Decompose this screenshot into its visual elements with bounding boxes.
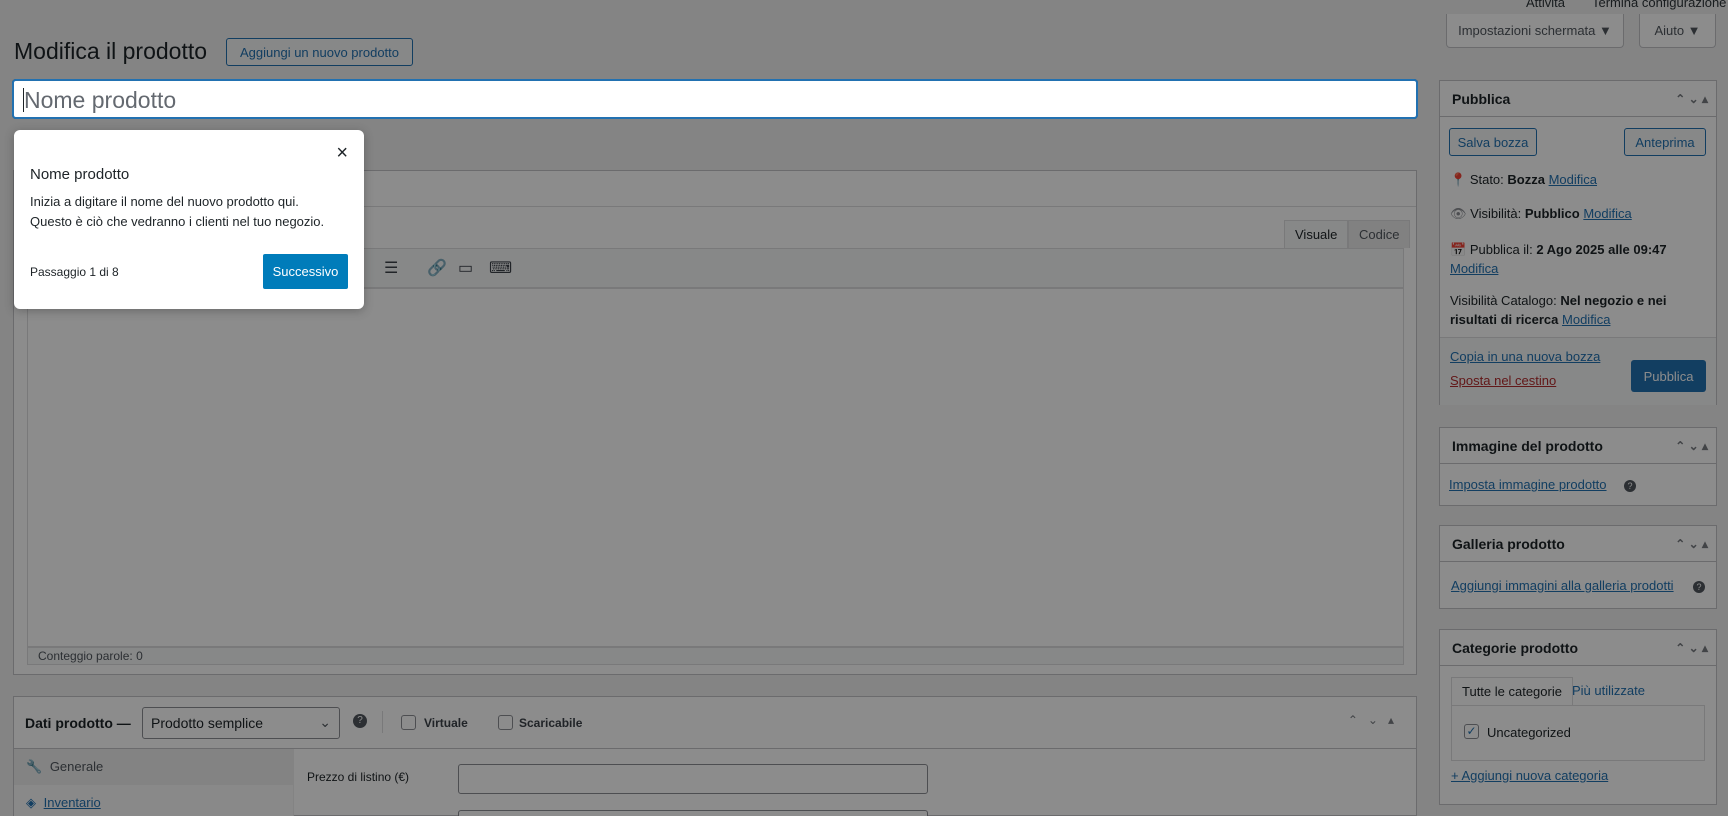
tour-body: Inizia a digitare il nome del nuovo prod…	[30, 192, 324, 232]
tour-body-line1: Inizia a digitare il nome del nuovo prod…	[30, 194, 299, 209]
tour-body-line2: Questo è ciò che vedranno i clienti nel …	[30, 214, 325, 229]
close-icon[interactable]: ×	[336, 142, 348, 165]
tour-popup: × Nome prodotto Inizia a digitare il nom…	[14, 130, 364, 309]
highlighted-product-name-field[interactable]: Nome prodotto	[13, 80, 1417, 118]
tour-next-button[interactable]: Successivo	[263, 254, 348, 289]
tour-overlay	[0, 0, 1728, 816]
text-cursor	[23, 88, 24, 112]
tour-title: Nome prodotto	[30, 166, 130, 183]
highlighted-placeholder: Nome prodotto	[24, 87, 177, 113]
tour-step: Passaggio 1 di 8	[30, 265, 119, 279]
